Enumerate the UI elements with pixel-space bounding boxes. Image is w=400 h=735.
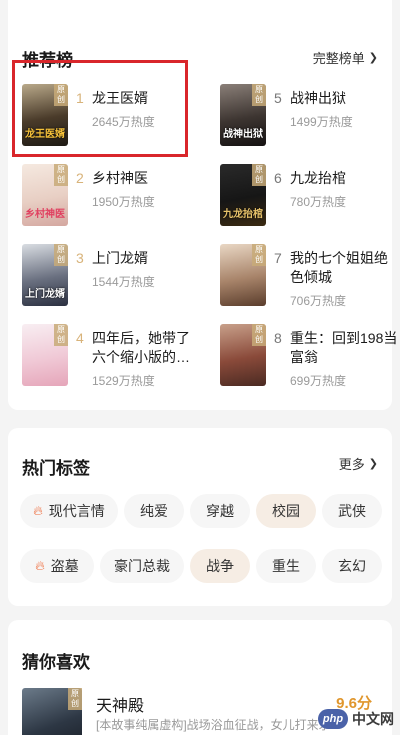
original-badge: 原创 (68, 688, 82, 710)
book-title: 我的七个姐姐绝色倾城 (290, 250, 388, 285)
tag-chip[interactable]: 纯爱 (124, 494, 184, 528)
original-badge: 原创 (54, 324, 68, 346)
full-ranking-label: 完整榜单 (312, 51, 365, 66)
php-logo-icon: php (318, 709, 348, 729)
rank-number: 6 (274, 170, 282, 186)
rank-number: 4 (76, 330, 84, 346)
more-tags-label: 更多 (338, 457, 365, 472)
tag-chip[interactable]: 🔥︎ 现代言情 (20, 494, 118, 528)
book-cover: 原创 (220, 244, 266, 306)
tag-chip[interactable]: 校园 (256, 494, 316, 528)
cover-text: 乡村神医 (25, 209, 65, 220)
hot-tags-card: 热门标签 更多 ❯ 🔥︎ 现代言情 纯爱 穿越 校园 武侠 🔥︎ 盗墓 豪门总裁… (8, 428, 392, 606)
highlight-annotation-box (12, 60, 188, 157)
ranking-book-2[interactable]: 原创 乡村神医 2 乡村神医 1950万热度 (22, 164, 202, 232)
ranking-book-5[interactable]: 原创 战神出狱 5 战神出狱 1499万热度 (220, 84, 400, 152)
fire-icon: 🔥︎ (35, 558, 45, 573)
cover-text: 战神出狱 (223, 129, 263, 140)
chevron-right-icon: ❯ (368, 52, 378, 64)
cover-text: 上门龙婿 (25, 289, 65, 300)
watermark-text: 中文网 (352, 711, 394, 727)
rank-number: 5 (274, 90, 282, 106)
ranking-book-7[interactable]: 原创 7 我的七个姐姐绝色倾城 706万热度 (220, 244, 400, 312)
book-heat: 699万热度 (290, 374, 347, 388)
tag-chip[interactable]: 重生 (256, 549, 316, 583)
tag-label: 穿越 (206, 503, 234, 519)
tag-label: 战争 (206, 558, 234, 574)
book-cover: 原创 上门龙婿 (22, 244, 68, 306)
fire-icon: 🔥︎ (33, 503, 43, 518)
book-title: 四年后，她带了六个缩小版的… (92, 330, 190, 365)
book-cover: 原创 乡村神医 (22, 164, 68, 226)
original-badge: 原创 (54, 244, 68, 266)
original-badge: 原创 (252, 244, 266, 266)
tag-label: 校园 (272, 503, 300, 519)
rank-number: 3 (76, 250, 84, 266)
ranking-book-6[interactable]: 原创 九龙抬棺 6 九龙抬棺 780万热度 (220, 164, 400, 232)
book-description: [本故事纯属虚构]战场浴血征战，女儿打来求救 (96, 718, 326, 732)
book-heat: 1529万热度 (92, 374, 155, 388)
rank-number: 8 (274, 330, 282, 346)
recommend-ranking-card: 推荐榜 完整榜单 ❯ 原创 龙王医婿 1 龙王医婿 2645万热度 原创 乡村神… (8, 0, 397, 410)
original-badge: 原创 (54, 164, 68, 186)
original-badge: 原创 (252, 324, 266, 346)
book-heat: 1499万热度 (290, 115, 353, 129)
tag-label: 现代言情 (48, 503, 105, 519)
original-badge: 原创 (252, 164, 266, 186)
tag-chip[interactable]: 穿越 (190, 494, 250, 528)
ranking-book-3[interactable]: 原创 上门龙婿 3 上门龙婿 1544万热度 (22, 244, 202, 312)
book-title: 上门龙婿 (92, 250, 148, 266)
book-title: 九龙抬棺 (290, 170, 346, 186)
tag-chip[interactable]: 🔥︎ 盗墓 (20, 549, 94, 583)
book-cover: 原创 (22, 324, 68, 386)
rank-number: 7 (274, 250, 282, 266)
book-heat: 1544万热度 (92, 275, 155, 289)
tag-label: 盗墓 (50, 558, 79, 574)
tag-chip[interactable]: 战争 (190, 549, 250, 583)
book-heat: 1950万热度 (92, 195, 155, 209)
original-badge: 原创 (252, 84, 266, 106)
book-cover: 原创 战神出狱 (220, 84, 266, 146)
book-cover: 原创 九龙抬棺 (220, 164, 266, 226)
book-title: 乡村神医 (92, 170, 148, 186)
hot-tags-title: 热门标签 (22, 459, 90, 478)
tag-label: 豪门总裁 (114, 558, 170, 574)
book-cover: 原创 (220, 324, 266, 386)
book-cover[interactable]: 原创 (22, 688, 82, 735)
site-watermark: php 中文网 (318, 707, 394, 731)
tag-label: 重生 (272, 558, 300, 574)
book-heat: 780万热度 (290, 195, 347, 209)
tag-label: 玄幻 (338, 558, 366, 574)
tag-label: 纯爱 (140, 503, 168, 519)
full-ranking-link[interactable]: 完整榜单 ❯ (313, 48, 378, 67)
tag-chip[interactable]: 玄幻 (322, 549, 382, 583)
rank-number: 2 (76, 170, 84, 186)
more-tags-link[interactable]: 更多 ❯ (339, 454, 378, 473)
book-title: 重生：回到198当富翁 (290, 330, 398, 365)
tag-chip[interactable]: 豪门总裁 (100, 549, 184, 583)
book-heat: 706万热度 (290, 294, 347, 308)
guess-title: 猜你喜欢 (22, 653, 90, 672)
cover-text: 九龙抬棺 (223, 209, 263, 220)
chevron-right-icon: ❯ (368, 458, 378, 470)
ranking-book-4[interactable]: 原创 4 四年后，她带了六个缩小版的… 1529万热度 (22, 324, 202, 392)
tag-label: 武侠 (338, 503, 366, 519)
book-title[interactable]: 天神殿 (96, 692, 144, 716)
ranking-book-8[interactable]: 原创 8 重生：回到198当富翁 699万热度 (220, 324, 400, 392)
tag-chip[interactable]: 武侠 (322, 494, 382, 528)
book-title: 战神出狱 (290, 90, 346, 106)
